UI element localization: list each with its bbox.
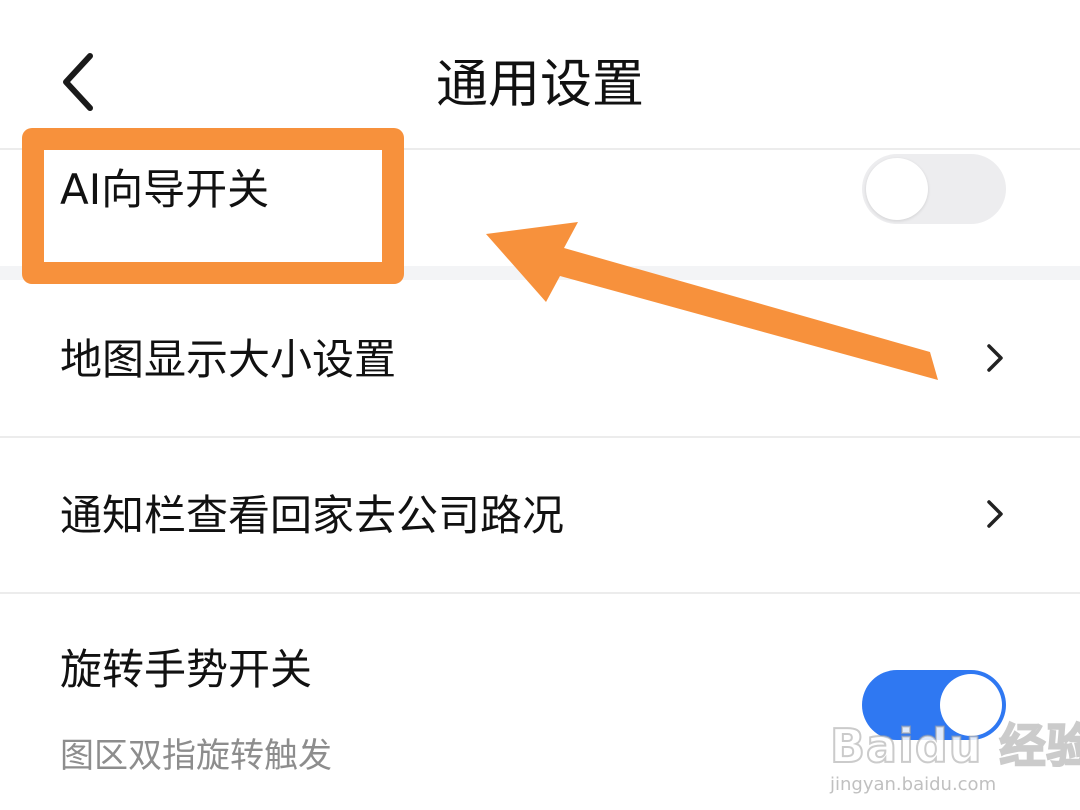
baidu-watermark: Baidu 经验 jingyan.baidu.com — [829, 690, 1080, 800]
toggle-knob — [866, 158, 928, 220]
setting-row-notification-traffic[interactable]: 通知栏查看回家去公司路况 — [0, 438, 1080, 592]
watermark-url: jingyan.baidu.com — [830, 774, 997, 795]
chevron-right-icon — [980, 494, 1010, 534]
ai-guide-toggle[interactable] — [862, 154, 1006, 224]
watermark-brand: Baidu 经验 — [829, 718, 1080, 774]
general-settings-screen: 通用设置 AI向导开关 地图显示大小设置 通知栏查看回家去公司路况 旋转手势开关 — [0, 0, 1080, 810]
setting-label: 通知栏查看回家去公司路况 — [60, 491, 565, 540]
setting-label: 地图显示大小设置 — [60, 335, 397, 384]
setting-label: 旋转手势开关 — [60, 645, 313, 694]
annotation-highlight-box — [22, 128, 404, 284]
page-title: 通用设置 — [435, 55, 644, 115]
chevron-right-icon — [980, 338, 1010, 378]
setting-row-map-size[interactable]: 地图显示大小设置 — [0, 280, 1080, 436]
setting-sublabel: 图区双指旋转触发 — [60, 736, 332, 776]
